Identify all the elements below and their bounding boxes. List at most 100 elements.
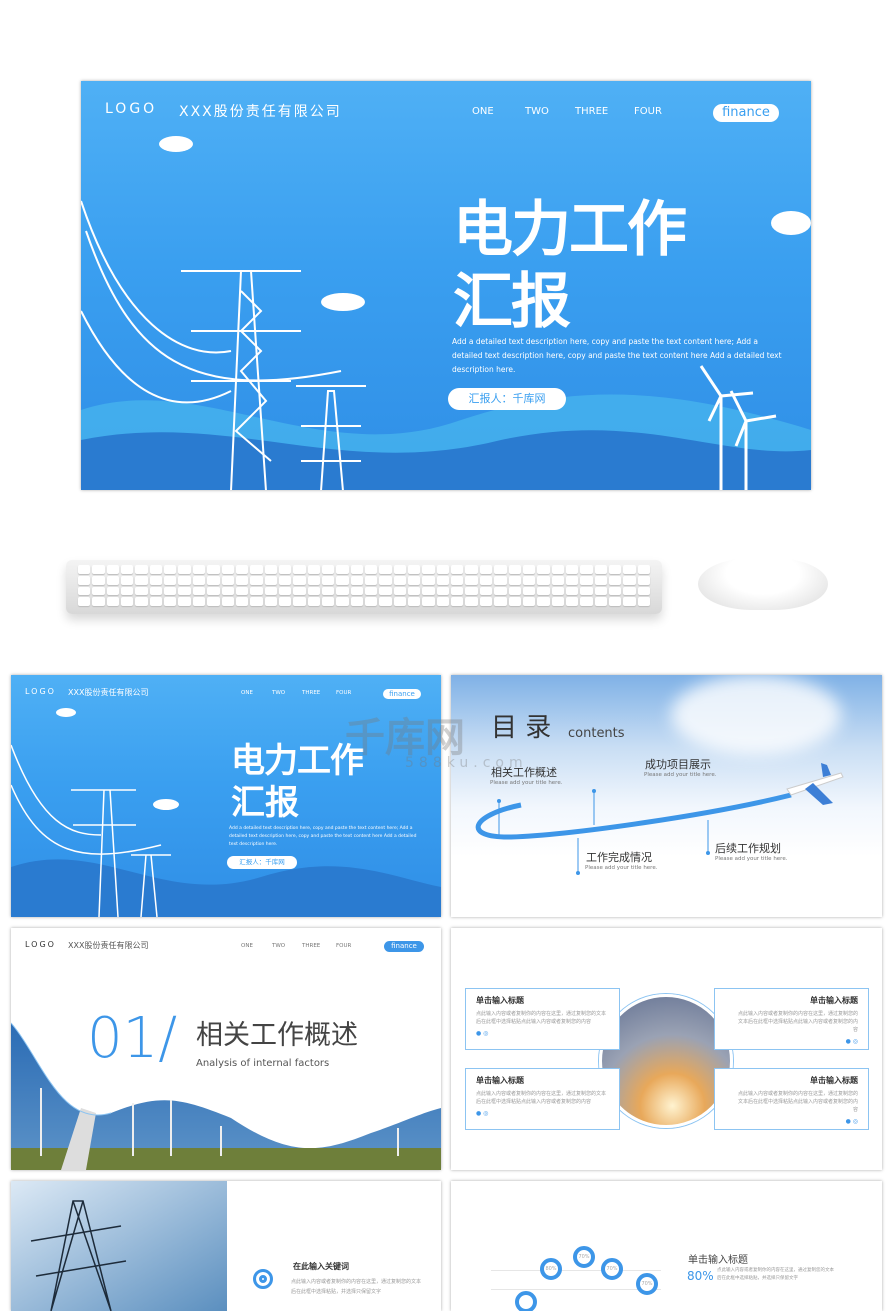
keyboard-key xyxy=(164,575,177,585)
finance-badge[interactable]: finance xyxy=(384,941,424,952)
keyboard-key xyxy=(422,597,435,606)
keyboard-key xyxy=(149,565,163,574)
card-title: 单击输入标题 xyxy=(476,1075,524,1085)
keyboard-key xyxy=(106,565,120,574)
keyboard-key xyxy=(537,597,550,606)
keyboard-key xyxy=(508,565,521,574)
card-text: 点此输入内容或者复制你的内容在这里，通过复制您的文本后在此框中选择粘贴点此输入内… xyxy=(738,1091,859,1113)
keyboard-key xyxy=(393,597,407,606)
keyboard-key xyxy=(494,565,507,574)
card-nav-icons[interactable]: ● ◎ xyxy=(725,1038,858,1045)
keyboard-key xyxy=(121,597,134,606)
company-name: XXX股份责任有限公司 xyxy=(68,688,149,697)
logo: LOGO xyxy=(25,687,56,696)
stat-pin: 70% xyxy=(573,1246,595,1268)
keyboard-key xyxy=(293,575,306,585)
keyboard-key xyxy=(465,565,478,574)
cover-description: Add a detailed text description here, co… xyxy=(229,826,417,847)
nav-two[interactable]: TWO xyxy=(272,943,285,949)
stats-title: 单击输入标题 xyxy=(688,1255,748,1266)
wind-turbine-icon xyxy=(699,365,777,490)
reporter-button[interactable]: 汇报人：千库网 xyxy=(448,388,566,410)
toc-item-4-title[interactable]: 后续工作规划 xyxy=(715,840,781,856)
nav-one[interactable]: ONE xyxy=(241,690,253,696)
toc-item-4-sub: Please add your title here. xyxy=(715,856,788,862)
thumb-section-slide[interactable]: LOGO XXX股份责任有限公司 ONE TWO THREE FOUR fina… xyxy=(11,928,441,1170)
nav-three[interactable]: THREE xyxy=(575,106,608,117)
keyboard-key xyxy=(408,597,421,606)
cover-title-line2: 汇报 xyxy=(453,267,571,337)
keyboard-key xyxy=(264,565,277,574)
keyboard-key xyxy=(164,597,177,606)
card: 单击输入标题 点此输入内容或者复制你的内容在这里，通过复制您的文本后在此框中选择… xyxy=(714,1068,869,1130)
card-nav-icons[interactable]: ● ◎ xyxy=(476,1030,609,1037)
keyboard-key xyxy=(350,565,363,574)
keyboard-key xyxy=(537,565,550,574)
toc-item-3-title[interactable]: 工作完成情况 xyxy=(586,849,652,865)
keyboard-key xyxy=(408,575,421,585)
nav-four[interactable]: FOUR xyxy=(336,943,351,949)
keyboard-key xyxy=(422,565,435,574)
keyboard-key xyxy=(551,565,564,574)
keyboard-key xyxy=(235,565,249,574)
nav-four[interactable]: FOUR xyxy=(336,690,351,696)
nav-four[interactable]: FOUR xyxy=(634,106,662,117)
keyboard-key xyxy=(594,586,607,596)
toc-item-2-title[interactable]: 成功项目展示 xyxy=(645,756,711,772)
thumb-contents-slide[interactable]: 目 录 contents 相关工作概述 Please add your titl… xyxy=(451,675,882,917)
nav-two[interactable]: TWO xyxy=(525,106,549,117)
keyboard-key xyxy=(350,575,363,585)
keyboard-key xyxy=(580,575,593,585)
nav-three[interactable]: THREE xyxy=(302,943,320,949)
keyboard-key xyxy=(537,586,550,596)
card-nav-icons[interactable]: ● ◎ xyxy=(725,1118,858,1125)
keyboard-key xyxy=(264,586,277,596)
divider-line xyxy=(491,1289,661,1290)
keyboard-key xyxy=(436,597,450,606)
thumb-stats-slide[interactable]: 80% 70% 70% 70% 单击输入标题 80% 点此输入内容或者复制你的内… xyxy=(451,1181,882,1311)
keyboard-key xyxy=(307,565,320,574)
stat-pin: 80% xyxy=(540,1258,562,1280)
keyboard-key xyxy=(594,575,607,585)
stats-percent: 80% xyxy=(687,1269,714,1283)
nav-two[interactable]: TWO xyxy=(272,690,285,696)
nav-one[interactable]: ONE xyxy=(472,106,494,117)
keyboard-key xyxy=(465,586,478,596)
thumb-cards-slide[interactable]: 单击输入标题 点此输入内容或者复制你的内容在这里，通过复制您的文本后在此框中选择… xyxy=(451,928,882,1170)
keyboard-key xyxy=(336,575,349,585)
keyboard-key xyxy=(479,575,493,585)
keyboard-key xyxy=(164,586,177,596)
keyboard-key xyxy=(164,565,177,574)
keyboard-key xyxy=(522,586,536,596)
nav-three[interactable]: THREE xyxy=(302,690,320,696)
toc-subtitle: contents xyxy=(568,726,625,741)
keyboard-key xyxy=(149,597,163,606)
card-text: 点此输入内容或者复制你的内容在这里，通过复制您的文本后在此框中选择粘贴点此输入内… xyxy=(476,1011,607,1025)
keyboard-key xyxy=(321,597,335,606)
keyboard-key xyxy=(451,586,464,596)
reporter-button[interactable]: 汇报人：千库网 xyxy=(227,856,297,869)
cover-description: Add a detailed text description here, co… xyxy=(452,337,782,374)
keyboard-key xyxy=(408,565,421,574)
keyboard-key xyxy=(494,597,507,606)
keyboard-key xyxy=(178,575,191,585)
keyboard-key xyxy=(192,565,206,574)
keyboard-key xyxy=(436,586,450,596)
keyboard-key xyxy=(465,575,478,585)
card-nav-icons[interactable]: ● ◎ xyxy=(476,1110,609,1117)
keyboard-key xyxy=(637,597,650,606)
thumb-keyword-slide[interactable]: 在此输入关键词 点此输入内容或者复制你的内容在这里，通过复制您的文本后在此框中选… xyxy=(11,1181,441,1311)
finance-badge[interactable]: finance xyxy=(383,689,421,699)
keyboard-key xyxy=(594,597,607,606)
keyboard-key xyxy=(307,575,320,585)
keyboard-key xyxy=(207,586,220,596)
keyboard-key xyxy=(451,565,464,574)
keyboard-key xyxy=(637,586,650,596)
keyboard-key xyxy=(250,597,263,606)
cover-title-line2: 汇报 xyxy=(231,783,299,823)
finance-badge[interactable]: finance xyxy=(713,104,779,122)
keyboard-key xyxy=(135,597,148,606)
keyboard-key xyxy=(422,575,435,585)
nav-one[interactable]: ONE xyxy=(241,943,253,949)
cloud-icon xyxy=(321,293,365,311)
